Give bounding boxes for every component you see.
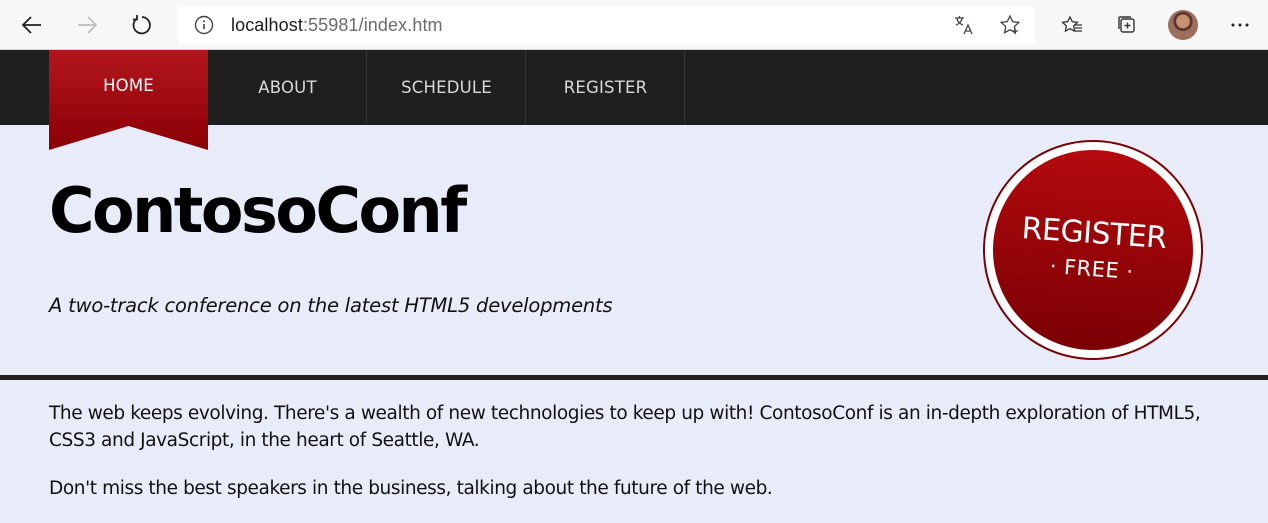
- register-badge[interactable]: REGISTER · FREE ·: [985, 142, 1201, 358]
- register-badge-sublabel: · FREE ·: [1049, 253, 1135, 284]
- more-icon: [1231, 23, 1249, 27]
- translate-icon[interactable]: [953, 14, 975, 36]
- header-divider: [0, 375, 1268, 380]
- register-badge-face[interactable]: REGISTER · FREE ·: [986, 143, 1200, 357]
- intro-content: The web keeps evolving. There's a wealth…: [49, 400, 1209, 523]
- nav-register[interactable]: REGISTER: [527, 50, 685, 125]
- intro-paragraph: The web keeps evolving. There's a wealth…: [49, 403, 1201, 451]
- collections-button[interactable]: [1111, 9, 1143, 41]
- nav-home[interactable]: HOME: [49, 50, 208, 150]
- url-text[interactable]: localhost:55981/index.htm: [231, 15, 443, 36]
- profile-avatar[interactable]: [1168, 10, 1198, 40]
- add-favorite-icon[interactable]: [999, 14, 1021, 36]
- back-icon: [21, 16, 41, 34]
- browser-toolbar: localhost:55981/index.htm: [0, 0, 1268, 50]
- intro-paragraph: Don't miss the best speakers in the busi…: [49, 478, 773, 499]
- refresh-button[interactable]: [126, 9, 158, 41]
- nav-schedule[interactable]: SCHEDULE: [368, 50, 526, 125]
- url-path: :55981/index.htm: [302, 14, 443, 35]
- url-host: localhost: [231, 14, 303, 35]
- info-icon[interactable]: [194, 15, 214, 35]
- site-nav: HOME ABOUT SCHEDULE REGISTER: [0, 50, 1268, 150]
- page-title: ContosoConf: [49, 174, 467, 247]
- forward-button[interactable]: [71, 9, 103, 41]
- address-bar[interactable]: localhost:55981/index.htm: [177, 6, 1035, 44]
- favorites-button[interactable]: [1056, 9, 1088, 41]
- tagline: A two-track conference on the latest HTM…: [49, 294, 613, 317]
- more-button[interactable]: [1224, 9, 1256, 41]
- favorites-icon: [1061, 15, 1082, 33]
- refresh-icon: [132, 15, 151, 35]
- forward-icon: [78, 16, 98, 34]
- collections-icon: [1118, 16, 1135, 33]
- back-button[interactable]: [16, 9, 48, 41]
- register-badge-label: REGISTER: [1020, 210, 1168, 256]
- nav-about[interactable]: ABOUT: [209, 50, 367, 125]
